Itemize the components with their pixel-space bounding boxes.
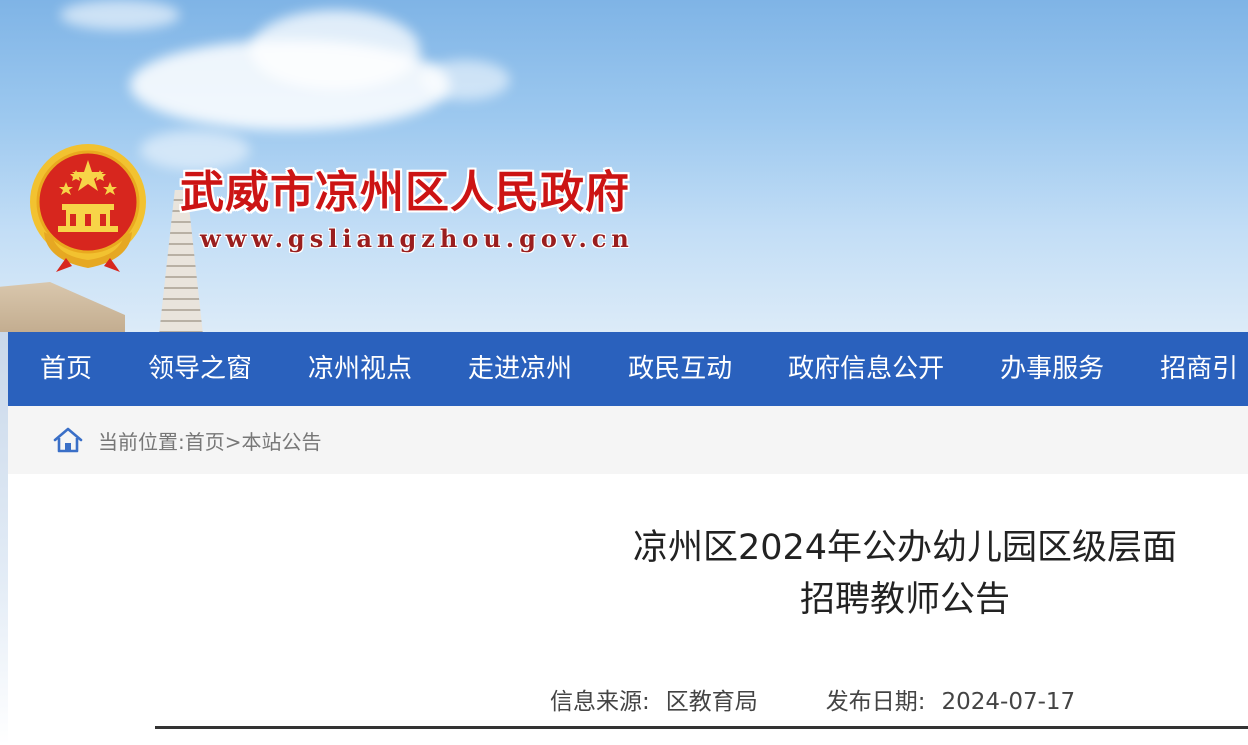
breadcrumb-prefix: 当前位置: [98, 429, 185, 454]
date-value: 2024-07-17 [941, 689, 1076, 715]
article-title-line1: 凉州区2024年公办幼儿园区级层面 [632, 528, 1178, 568]
nav-item-about-liangzhou[interactable]: 走进凉州 [440, 332, 600, 406]
nav-item-investment[interactable]: 招商引 [1132, 332, 1248, 406]
breadcrumb: 当前位置:首页>本站公告 [8, 406, 1248, 474]
article-title: 凉州区2024年公办幼儿园区级层面 招聘教师公告 [560, 522, 1248, 626]
nav-item-liangzhou-view[interactable]: 凉州视点 [280, 332, 440, 406]
breadcrumb-home-link[interactable]: 首页 [185, 430, 225, 454]
article-meta: 信息来源: 区教育局 发布日期: 2024-07-17 [550, 682, 1075, 716]
nav-item-home[interactable]: 首页 [8, 332, 120, 406]
site-url: www.gsliangzhou.gov.cn [200, 224, 634, 253]
nav-item-interaction[interactable]: 政民互动 [600, 332, 760, 406]
breadcrumb-trail: 当前位置:首页>本站公告 [98, 426, 322, 455]
date-label: 发布日期: [825, 689, 926, 715]
cloud [60, 0, 180, 30]
source-value: 区教育局 [665, 689, 758, 715]
nav-item-leaders[interactable]: 领导之窗 [120, 332, 280, 406]
article-title-line2: 招聘教师公告 [799, 580, 1010, 620]
site-title: 武威市凉州区人民政府 [180, 167, 630, 218]
cloud [420, 60, 510, 100]
page-background-strip [0, 332, 8, 745]
header-banner: 武威市凉州区人民政府 www.gsliangzhou.gov.cn [0, 0, 1248, 332]
source-label: 信息来源: [550, 689, 650, 715]
building-silhouette [0, 282, 125, 332]
breadcrumb-current-link[interactable]: 本站公告 [242, 430, 322, 454]
home-icon[interactable] [52, 426, 84, 454]
cloud [250, 10, 420, 90]
national-emblem-icon [30, 144, 146, 272]
nav-item-gov-info[interactable]: 政府信息公开 [760, 332, 972, 406]
meta-divider [155, 726, 1248, 729]
nav-item-services[interactable]: 办事服务 [972, 332, 1132, 406]
breadcrumb-separator: > [224, 429, 242, 454]
main-nav: 首页 领导之窗 凉州视点 走进凉州 政民互动 政府信息公开 办事服务 招商引 [8, 332, 1248, 406]
